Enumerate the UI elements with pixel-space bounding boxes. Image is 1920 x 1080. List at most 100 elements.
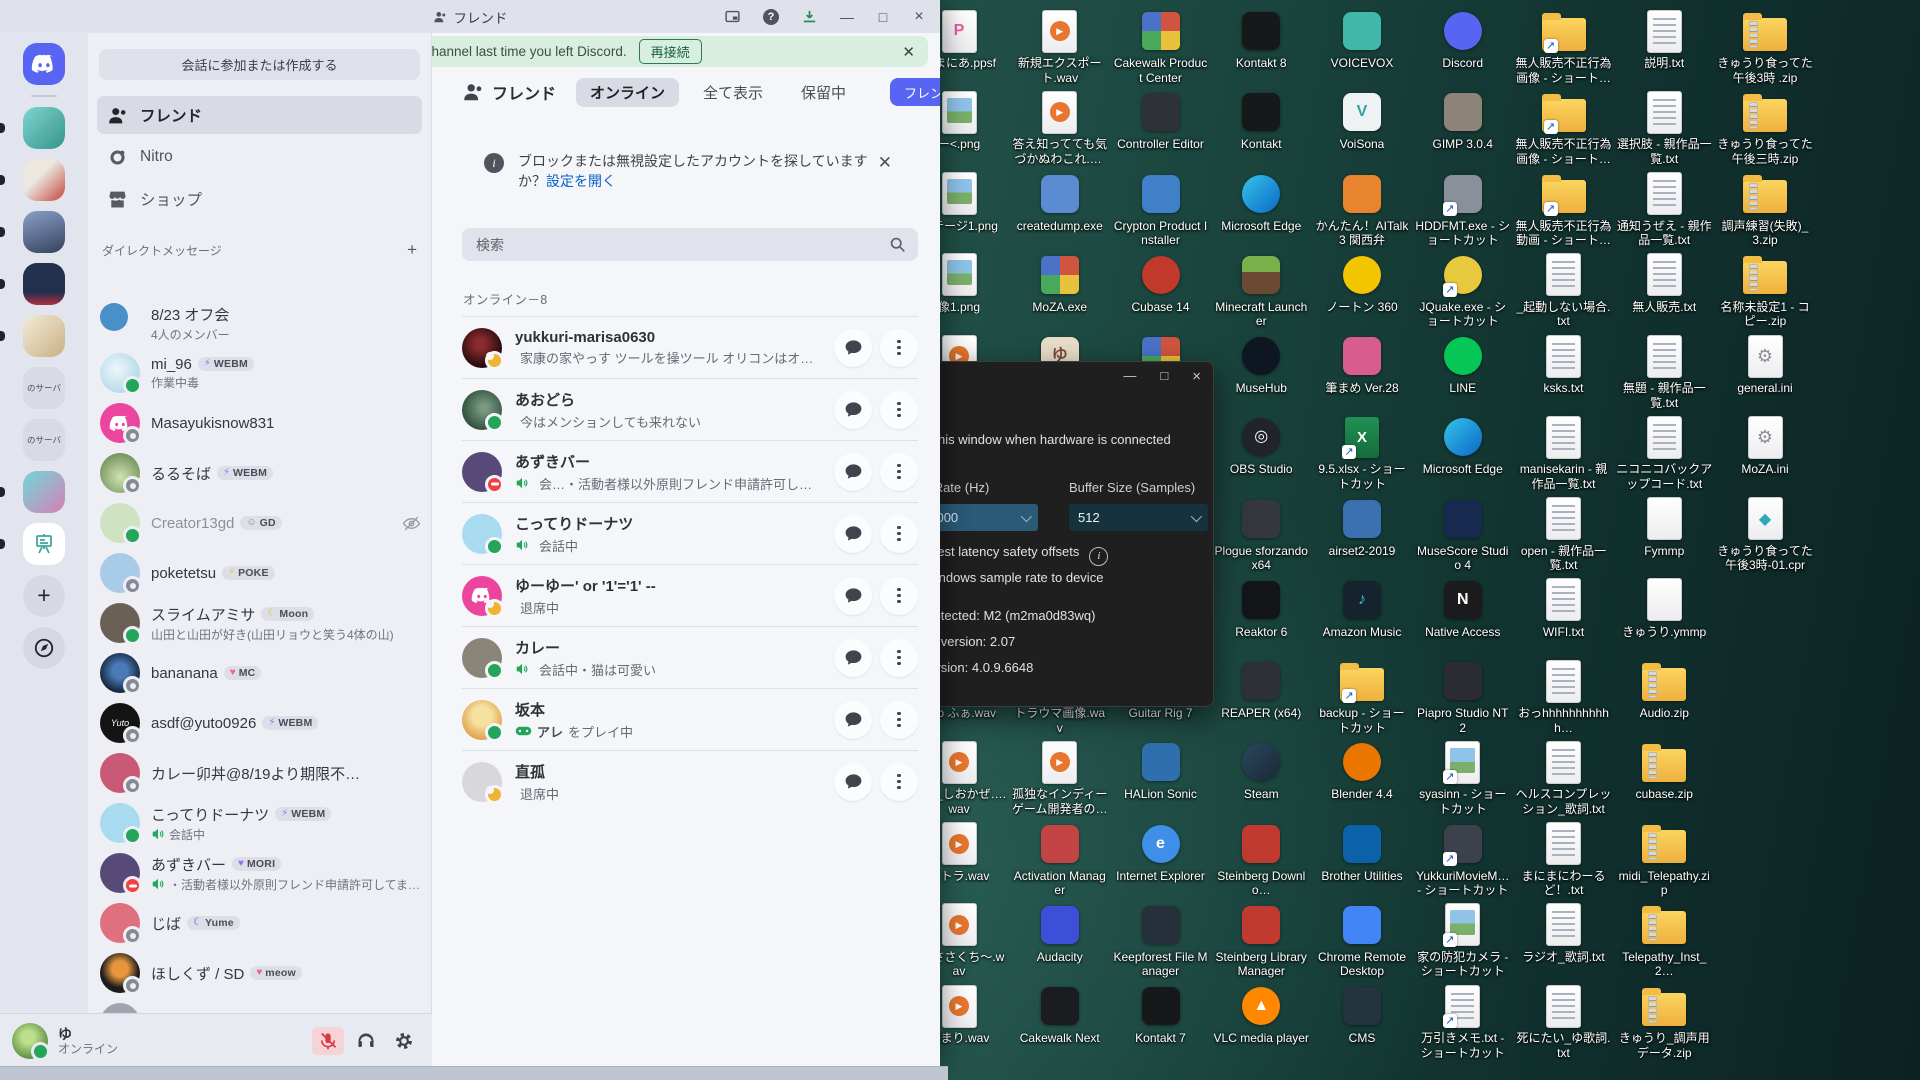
more-options-button[interactable] <box>880 639 918 677</box>
desktop-icon[interactable]: GIMP 3.0.4 <box>1415 89 1511 152</box>
desktop-icon[interactable]: syasinn - ショートカット <box>1415 739 1511 816</box>
more-options-button[interactable] <box>880 453 918 491</box>
desktop-icon[interactable]: Chrome Remote Desktop <box>1314 902 1410 979</box>
desktop-icon[interactable]: Telepathy_Inst_2… <box>1616 902 1712 979</box>
desktop-icon[interactable]: まにまにわーるど！.txt <box>1516 821 1612 898</box>
desktop-icon[interactable]: 説明.txt <box>1616 8 1712 71</box>
dm-item[interactable]: mi_96 ⚡ WEBM 作業中毒 <box>88 348 431 398</box>
desktop-icon[interactable]: Fymmp <box>1616 496 1712 559</box>
desktop-icon[interactable]: 家の防犯カメラ - ショートカット <box>1415 902 1511 979</box>
desktop-icon[interactable]: きゅうり食ってた午後3時 .zip <box>1717 8 1813 85</box>
friend-row[interactable]: あずきバー 会…・活動者様以外原則フレンド申請許可し… <box>462 440 918 502</box>
reconnect-button[interactable]: 再接続 <box>639 39 702 64</box>
desktop-icon[interactable]: _起動しない場合.txt <box>1516 252 1612 329</box>
desktop-icon[interactable]: 答え知ってても気づかぬわこれ.wav <box>1012 89 1108 166</box>
server-icon[interactable] <box>23 315 65 357</box>
server-icon[interactable] <box>23 471 65 513</box>
desktop-icon[interactable]: 死にたい_ゆ歌詞.txt <box>1516 983 1612 1060</box>
message-button[interactable] <box>834 639 872 677</box>
desktop-icon[interactable]: VOICEVOX <box>1314 8 1410 71</box>
desktop-icon[interactable]: Discord <box>1415 8 1511 71</box>
minimize-button[interactable]: — <box>840 9 854 25</box>
dm-item[interactable]: スライムアミサ ☾ Moon 山田と山田が好き(山田リョウと笑う4体の山) <box>88 598 431 648</box>
help-icon[interactable]: ? <box>763 9 779 25</box>
friend-row[interactable]: 直孤 退席中 <box>462 750 918 812</box>
desktop-icon[interactable]: 無人販売不正行為画像 - ショートカッ… <box>1516 8 1612 85</box>
desktop-icon[interactable]: ニコニコバックアップコード.txt <box>1616 414 1712 491</box>
desktop-icon[interactable]: V VoiSona <box>1314 89 1410 152</box>
desktop-icon[interactable]: きゅうり.ymmp <box>1616 577 1712 640</box>
add-server-button[interactable]: + <box>23 575 65 617</box>
friends-filter-tab[interactable]: 全て表示 <box>689 78 777 107</box>
desktop-icon[interactable]: Cakewalk Next <box>1012 983 1108 1046</box>
desktop-icon[interactable]: MoZA.ini <box>1717 414 1813 477</box>
desktop-icon[interactable]: Steam <box>1213 739 1309 802</box>
server-icon[interactable] <box>23 159 65 201</box>
desktop-icon[interactable]: きゅうり食ってた午後3時-01.cpr <box>1717 496 1813 573</box>
friend-row[interactable]: カレー 会話中・猫は可愛い <box>462 626 918 688</box>
create-dm-icon[interactable]: + <box>407 240 417 260</box>
home-button[interactable] <box>23 43 65 85</box>
dm-item[interactable]: あずきバー ♥ MORI ・活動者様以外原則フレンド申請許可してま… <box>88 848 431 898</box>
more-options-button[interactable] <box>880 763 918 801</box>
close-button[interactable]: × <box>912 8 926 26</box>
desktop-icon[interactable]: MuseScore Studio 4 <box>1415 496 1511 573</box>
friend-row[interactable]: こってりドーナツ 会話中 <box>462 502 918 564</box>
desktop-icon[interactable]: Cubase 14 <box>1113 252 1209 315</box>
dialog-maximize-button[interactable]: □ <box>1160 368 1168 385</box>
friend-row[interactable]: yukkuri-marisa0630 家康の家やっす ツールを操ツール オリコン… <box>462 316 918 378</box>
desktop-icon[interactable]: cubase.zip <box>1616 739 1712 802</box>
update-download-icon[interactable] <box>801 8 818 25</box>
message-button[interactable] <box>834 763 872 801</box>
server-icon[interactable] <box>23 211 65 253</box>
desktop-icon[interactable]: おっhhhhhhhhhhh… <box>1516 658 1612 735</box>
desktop-icon[interactable]: createdump.exe <box>1012 171 1108 234</box>
desktop-icon[interactable]: Minecraft Launcher <box>1213 252 1309 329</box>
desktop-icon[interactable]: Crypton Product Installer <box>1113 171 1209 248</box>
desktop-icon[interactable]: N Native Access <box>1415 577 1511 640</box>
desktop-icon[interactable]: Brother Utilities <box>1314 821 1410 884</box>
desktop-icon[interactable]: HALion Sonic <box>1113 739 1209 802</box>
desktop-icon[interactable]: Piapro Studio NT2 <box>1415 658 1511 735</box>
dm-item[interactable]: Creator13gd ☺ GD <box>88 498 431 548</box>
dm-item[interactable]: ほしくず / SD ♥ meow <box>88 948 431 998</box>
desktop-icon[interactable]: 孤独なインディーゲーム開発者の一生.wav <box>1012 739 1108 816</box>
friend-row[interactable]: あおどら 今はメンションしても来れない <box>462 378 918 440</box>
more-options-button[interactable] <box>880 391 918 429</box>
desktop-icon[interactable]: MoZA.exe <box>1012 252 1108 315</box>
dm-item[interactable]: bananana ♥ MC <box>88 648 431 698</box>
dm-item[interactable]: Yuto asdf@yuto0926 ⚡ WEBM <box>88 698 431 748</box>
user-avatar[interactable] <box>12 1023 48 1059</box>
conversation-search-button[interactable]: 会話に参加または作成する <box>99 49 420 80</box>
dm-item[interactable]: じば ☾ Yume <box>88 898 431 948</box>
message-button[interactable] <box>834 701 872 739</box>
dm-item[interactable]: 8/23 オフ会 4人のメンバー <box>88 298 431 348</box>
desktop-icon[interactable]: MuseHub <box>1213 333 1309 396</box>
desktop-icon[interactable]: 筆まめ Ver.28 <box>1314 333 1410 396</box>
desktop-icon[interactable]: ノートン 360 <box>1314 252 1410 315</box>
desktop-icon[interactable]: ▲ VLC media player <box>1213 983 1309 1046</box>
more-options-button[interactable] <box>880 577 918 615</box>
desktop-icon[interactable]: Audio.zip <box>1616 658 1712 721</box>
dm-item[interactable]: poketetsu ⚡ POKE <box>88 548 431 598</box>
desktop-icon[interactable]: Blender 4.4 <box>1314 739 1410 802</box>
friend-row[interactable]: 坂本 アレをプレイ中 <box>462 688 918 750</box>
desktop-icon[interactable]: 無人販売不正行為画像 - ショートカット <box>1516 89 1612 166</box>
friends-filter-tab[interactable]: オンライン <box>576 78 679 107</box>
desktop-icon[interactable]: midi_Telepathy.zip <box>1616 821 1712 898</box>
desktop-icon[interactable]: Microsoft Edge <box>1415 414 1511 477</box>
desktop-icon[interactable]: REAPER (x64) <box>1213 658 1309 721</box>
desktop-icon[interactable]: ラジオ_歌詞.txt <box>1516 902 1612 965</box>
friend-row[interactable]: ゆーゆー' or '1'='1' -- 退席中 <box>462 564 918 626</box>
desktop-icon[interactable]: Plogue sforzando x64 <box>1213 496 1309 573</box>
desktop-icon[interactable]: YukkuriMovieM… - ショートカット <box>1415 821 1511 898</box>
desktop-icon[interactable]: general.ini <box>1717 333 1813 396</box>
desktop-icon[interactable]: e Internet Explorer <box>1113 821 1209 884</box>
desktop-icon[interactable]: 選択肢 - 親作品一覧.txt <box>1616 89 1712 166</box>
taskbar[interactable] <box>0 1066 948 1080</box>
desktop-icon[interactable]: Microsoft Edge <box>1213 171 1309 234</box>
desktop-icon[interactable]: HDDFMT.exe - ショートカット <box>1415 171 1511 248</box>
desktop-icon[interactable]: 万引きメモ.txt - ショートカット <box>1415 983 1511 1060</box>
maximize-button[interactable]: □ <box>876 9 890 25</box>
desktop-icon[interactable]: 無人販売.txt <box>1616 252 1712 315</box>
